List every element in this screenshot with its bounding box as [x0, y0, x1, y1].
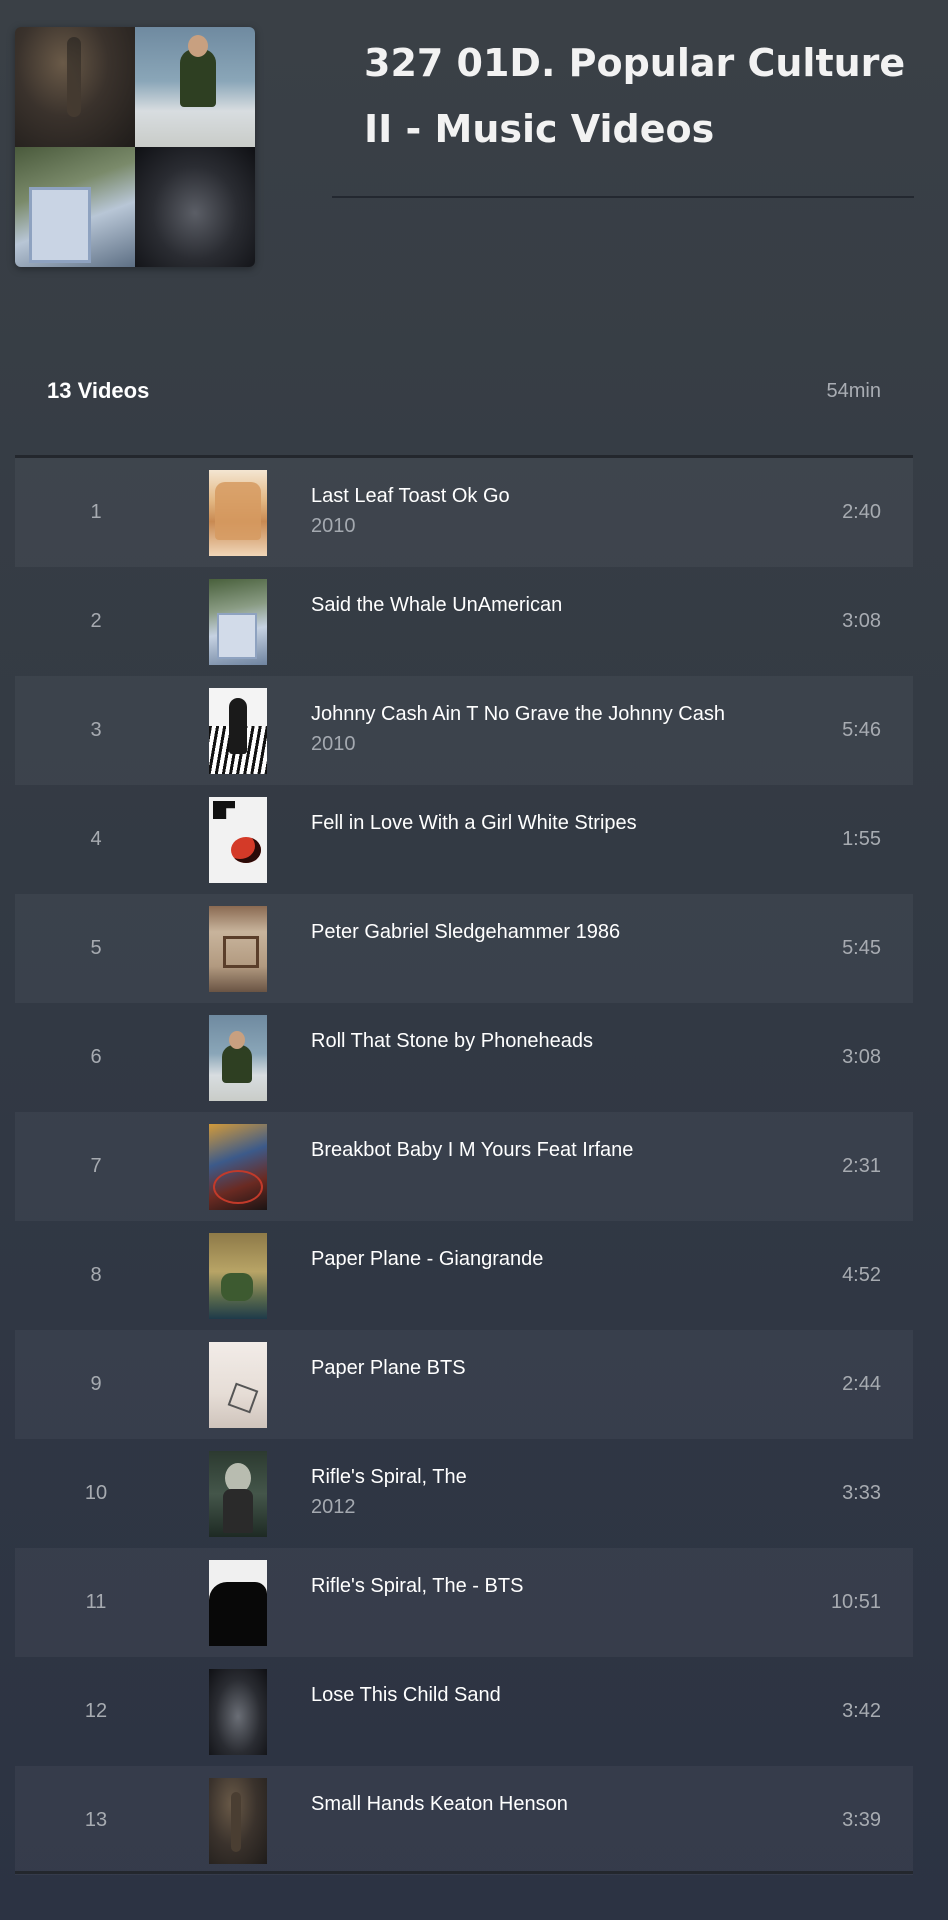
video-title[interactable]: Roll That Stone by Phoneheads	[311, 1028, 781, 1054]
video-info: Paper Plane BTS	[311, 1355, 781, 1387]
video-duration: 2:40	[842, 501, 881, 523]
video-row[interactable]: 1 Last Leaf Toast Ok Go 2010 2:40	[15, 458, 913, 567]
video-duration: 10:51	[830, 1591, 881, 1613]
video-info: Rifle's Spiral, The - BTS	[311, 1573, 781, 1605]
video-title[interactable]: Last Leaf Toast Ok Go	[311, 483, 781, 509]
video-duration: 2:44	[842, 1373, 881, 1395]
video-row[interactable]: 9 Paper Plane BTS 2:44	[15, 1330, 913, 1439]
video-info: Roll That Stone by Phoneheads	[311, 1028, 781, 1060]
video-info: Lose This Child Sand	[311, 1682, 781, 1714]
cover-tile	[135, 147, 255, 267]
video-duration: 4:52	[842, 1264, 881, 1286]
playlist-header: 327 01D. Popular Culture II - Music Vide…	[0, 0, 948, 330]
track-number: 12	[84, 1700, 108, 1722]
video-thumbnail[interactable]	[209, 1560, 267, 1646]
video-row[interactable]: 13 Small Hands Keaton Henson 3:39	[15, 1766, 913, 1875]
video-title[interactable]: Paper Plane - Giangrande	[311, 1246, 781, 1272]
video-title[interactable]: Said the Whale UnAmerican	[311, 592, 781, 618]
track-number: 5	[90, 937, 102, 959]
video-title[interactable]: Rifle's Spiral, The - BTS	[311, 1573, 781, 1599]
track-number: 6	[90, 1046, 102, 1068]
track-number: 8	[90, 1264, 102, 1286]
video-info: Last Leaf Toast Ok Go 2010	[311, 483, 781, 538]
video-row[interactable]: 2 Said the Whale UnAmerican 3:08	[15, 567, 913, 676]
video-duration: 5:46	[842, 719, 881, 741]
track-number: 10	[84, 1482, 108, 1504]
playlist-summary: 13 Videos 54min	[15, 360, 913, 456]
video-thumbnail[interactable]	[209, 688, 267, 774]
video-year: 2010	[311, 515, 356, 537]
track-number: 9	[90, 1373, 102, 1395]
video-title[interactable]: Lose This Child Sand	[311, 1682, 781, 1708]
video-title[interactable]: Peter Gabriel Sledgehammer 1986	[311, 919, 781, 945]
video-thumbnail[interactable]	[209, 470, 267, 556]
video-year: 2012	[311, 1496, 356, 1518]
track-number: 3	[90, 719, 102, 741]
video-info: Rifle's Spiral, The 2012	[311, 1464, 781, 1519]
video-row[interactable]: 12 Lose This Child Sand 3:42	[15, 1657, 913, 1766]
video-title[interactable]: Paper Plane BTS	[311, 1355, 781, 1381]
track-number: 1	[90, 501, 102, 523]
video-title[interactable]: Fell in Love With a Girl White Stripes	[311, 810, 781, 836]
video-thumbnail[interactable]	[209, 1233, 267, 1319]
video-title[interactable]: Small Hands Keaton Henson	[311, 1791, 781, 1817]
video-duration: 5:45	[842, 937, 881, 959]
video-row[interactable]: 11 Rifle's Spiral, The - BTS 10:51	[15, 1548, 913, 1657]
video-info: Peter Gabriel Sledgehammer 1986	[311, 919, 781, 951]
video-duration: 1:55	[842, 828, 881, 850]
video-row[interactable]: 10 Rifle's Spiral, The 2012 3:33	[15, 1439, 913, 1548]
video-year: 2010	[311, 733, 356, 755]
video-thumbnail[interactable]	[209, 579, 267, 665]
video-title[interactable]: Rifle's Spiral, The	[311, 1464, 781, 1490]
track-number: 7	[90, 1155, 102, 1177]
video-thumbnail[interactable]	[209, 1342, 267, 1428]
cover-tile	[135, 27, 255, 147]
cover-tile	[15, 147, 135, 267]
page-title: 327 01D. Popular Culture II - Music Vide…	[364, 41, 906, 151]
video-duration: 2:31	[842, 1155, 881, 1177]
video-row[interactable]: 8 Paper Plane - Giangrande 4:52	[15, 1221, 913, 1330]
video-duration: 3:08	[842, 610, 881, 632]
track-number: 2	[90, 610, 102, 632]
video-thumbnail[interactable]	[209, 1015, 267, 1101]
track-number: 4	[90, 828, 102, 850]
video-thumbnail[interactable]	[209, 1451, 267, 1537]
video-row[interactable]: 3 Johnny Cash Ain T No Grave the Johnny …	[15, 676, 913, 785]
video-duration: 3:39	[842, 1809, 881, 1831]
video-title[interactable]: Breakbot Baby I M Yours Feat Irfane	[311, 1137, 781, 1163]
video-thumbnail[interactable]	[209, 906, 267, 992]
track-number: 13	[84, 1809, 108, 1831]
video-duration: 3:08	[842, 1046, 881, 1068]
video-duration: 3:42	[842, 1700, 881, 1722]
video-row[interactable]: 6 Roll That Stone by Phoneheads 3:08	[15, 1003, 913, 1112]
playlist-cover-mosaic[interactable]	[15, 27, 255, 267]
cover-tile	[15, 27, 135, 147]
video-row[interactable]: 4 Fell in Love With a Girl White Stripes…	[15, 785, 913, 894]
video-info: Small Hands Keaton Henson	[311, 1791, 781, 1823]
divider	[332, 196, 914, 198]
video-info: Said the Whale UnAmerican	[311, 592, 781, 624]
track-number: 11	[85, 1591, 107, 1613]
video-duration: 3:33	[842, 1482, 881, 1504]
video-thumbnail[interactable]	[209, 1669, 267, 1755]
video-row[interactable]: 7 Breakbot Baby I M Yours Feat Irfane 2:…	[15, 1112, 913, 1221]
video-thumbnail[interactable]	[209, 1124, 267, 1210]
title-container: 327 01D. Popular Culture II - Music Vide…	[332, 30, 912, 162]
video-thumbnail[interactable]	[209, 1778, 267, 1864]
video-info: Breakbot Baby I M Yours Feat Irfane	[311, 1137, 781, 1169]
video-thumbnail[interactable]	[209, 797, 267, 883]
video-count: 13 Videos	[47, 378, 150, 403]
video-row[interactable]: 5 Peter Gabriel Sledgehammer 1986 5:45	[15, 894, 913, 1003]
video-info: Paper Plane - Giangrande	[311, 1246, 781, 1278]
video-list: 1 Last Leaf Toast Ok Go 2010 2:40 2 Said…	[15, 458, 913, 1875]
video-info: Fell in Love With a Girl White Stripes	[311, 810, 781, 842]
video-info: Johnny Cash Ain T No Grave the Johnny Ca…	[311, 701, 781, 756]
divider	[15, 1871, 913, 1874]
video-title[interactable]: Johnny Cash Ain T No Grave the Johnny Ca…	[311, 701, 781, 727]
total-duration: 54min	[826, 380, 881, 402]
